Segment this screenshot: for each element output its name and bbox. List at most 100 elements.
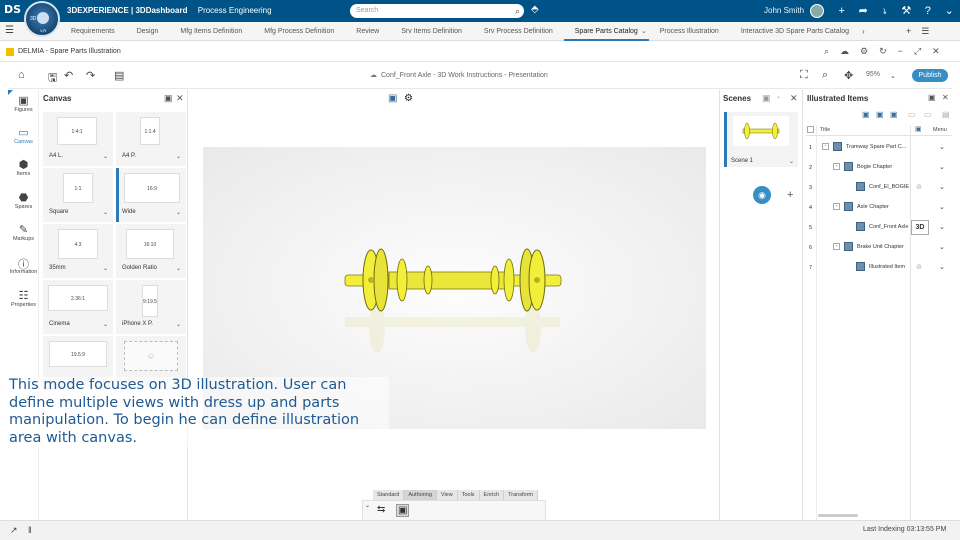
ds-logo-icon[interactable]: DS bbox=[4, 3, 21, 19]
canvas-card-cinema[interactable]: 2.36:1 Cinema ⌄ bbox=[43, 280, 113, 334]
scene-options-chevron-icon[interactable]: ⌄ bbox=[776, 93, 781, 100]
user-name[interactable]: John Smith bbox=[764, 6, 804, 15]
collapse-icon[interactable]: - bbox=[822, 143, 829, 150]
tab-chevron-down-icon[interactable]: ⌄ bbox=[641, 22, 647, 41]
refresh-icon[interactable]: ↻ bbox=[879, 46, 887, 57]
close-panel-icon[interactable]: ✕ bbox=[790, 93, 798, 104]
collapse-icon[interactable]: - bbox=[833, 163, 840, 170]
camera-icon[interactable]: ▣ bbox=[396, 504, 410, 517]
rail-markups[interactable]: ✎ Markups bbox=[8, 223, 39, 242]
tab-process-illustration[interactable]: Process Illustration bbox=[649, 22, 730, 41]
canvas-card-wide[interactable]: 16:9 Wide ⌄ bbox=[116, 168, 186, 222]
tab-tools[interactable]: Tools bbox=[458, 490, 480, 500]
tab-srv-items-definition[interactable]: Srv Items Definition bbox=[390, 22, 473, 41]
rail-information[interactable]: ⓘ Information bbox=[8, 256, 39, 275]
help-icon[interactable]: ? bbox=[917, 3, 939, 19]
redo-icon[interactable]: ↷ bbox=[86, 69, 95, 82]
tab-authoring[interactable]: Authoring bbox=[404, 490, 437, 500]
canvas-card-a4-portrait[interactable]: 1:1.4 A4 P. ⌄ bbox=[116, 112, 186, 166]
canvas-card-golden-ratio[interactable]: 16:10 Golden Ratio ⌄ bbox=[116, 224, 186, 278]
tab-requirements[interactable]: Requirements bbox=[60, 22, 126, 41]
table-row[interactable]: 6 - Brake Unit Chapter ⌄ bbox=[806, 238, 952, 258]
item-action-icon[interactable]: ▭ bbox=[924, 110, 932, 119]
avatar[interactable] bbox=[810, 4, 824, 18]
tag-icon[interactable]: ⬘ bbox=[531, 4, 539, 15]
canvas-card-iphone-x-portrait[interactable]: 9:19.5 iPhone X P. ⌄ bbox=[116, 280, 186, 334]
chevron-down-icon[interactable]: ⌄ bbox=[176, 265, 181, 272]
item-action-icon[interactable]: ▭ bbox=[908, 110, 916, 119]
fit-all-icon[interactable]: ⛶ bbox=[800, 69, 808, 82]
chevron-down-icon[interactable]: ⌄ bbox=[789, 158, 794, 165]
rail-canvas[interactable]: ▭ Canvas bbox=[8, 126, 39, 145]
tab-transform[interactable]: Transform bbox=[504, 490, 538, 500]
tab-enrich[interactable]: Enrich bbox=[480, 490, 505, 500]
publish-button[interactable]: Publish bbox=[912, 69, 948, 82]
pause-icon[interactable]: ‖ bbox=[28, 525, 32, 535]
tab-mfg-process-definition[interactable]: Mfg Process Definition bbox=[253, 22, 345, 41]
tab-interactive-3d-spare-parts-catalog[interactable]: Interactive 3D Spare Parts Catalog bbox=[730, 22, 860, 41]
save-icon[interactable]: 🖫 bbox=[48, 69, 57, 88]
dashboard-context[interactable]: Process Engineering bbox=[198, 6, 272, 15]
add-tab-icon[interactable]: + bbox=[906, 22, 911, 41]
row-menu-chevron-icon[interactable]: ⌄ bbox=[939, 223, 945, 231]
table-row[interactable]: 1 - Tramway Spare Part C... ⌄ bbox=[806, 138, 952, 158]
zoom-icon[interactable]: ⌕ bbox=[822, 69, 828, 82]
item-action-icon[interactable]: ▤ bbox=[942, 110, 950, 119]
dock-panel-icon[interactable]: ▣ bbox=[928, 93, 936, 102]
gear-icon[interactable]: ⚙ bbox=[860, 46, 868, 57]
tab-options-icon[interactable]: ☰ bbox=[921, 22, 929, 41]
tab-view[interactable]: View bbox=[437, 490, 458, 500]
zoom-chevron-down-icon[interactable]: ⌄ bbox=[890, 72, 896, 80]
chevron-down-icon[interactable]: ⌄ bbox=[176, 209, 181, 216]
table-row[interactable]: 2 - Bogie Chapter ⌄ bbox=[806, 158, 952, 178]
share-icon[interactable]: ➦ bbox=[853, 3, 875, 19]
close-panel-icon[interactable]: ✕ bbox=[942, 93, 949, 102]
rail-spares[interactable]: ⬣ Spares bbox=[8, 191, 39, 210]
tab-srv-process-definition[interactable]: Srv Process Definition bbox=[473, 22, 564, 41]
tab-design[interactable]: Design bbox=[126, 22, 170, 41]
table-row[interactable]: 3 Conf_El_BOGIE ⊘ ⌄ bbox=[806, 178, 952, 198]
action-bar-chevron-icon[interactable]: ⌄ bbox=[365, 502, 370, 509]
tab-scroll-right-icon[interactable]: › bbox=[862, 22, 865, 41]
panel-toggle-icon[interactable]: ▤ bbox=[114, 69, 124, 82]
chevron-down-icon[interactable]: ⌄ bbox=[103, 265, 108, 272]
swap-icon[interactable]: ⇆ bbox=[377, 504, 385, 515]
cloud-icon[interactable]: ☁ bbox=[840, 46, 849, 57]
row-menu-chevron-icon[interactable]: ⌄ bbox=[939, 163, 945, 171]
home-icon[interactable]: ⌂ bbox=[18, 69, 25, 81]
hamburger-menu-icon[interactable]: ☰ bbox=[5, 25, 14, 36]
search-input[interactable]: Search ⌕ bbox=[350, 4, 524, 18]
maximize-icon[interactable]: ⤢ bbox=[914, 46, 921, 57]
row-menu-chevron-icon[interactable]: ⌄ bbox=[939, 203, 945, 211]
close-panel-icon[interactable]: ✕ bbox=[176, 93, 184, 104]
scene-options-icon[interactable]: ▣ bbox=[762, 93, 771, 104]
canvas-card-a4-landscape[interactable]: 1:4:1 A4 L. ⌄ bbox=[43, 112, 113, 166]
collapse-icon[interactable]: - bbox=[833, 243, 840, 250]
row-menu-chevron-icon[interactable]: ⌄ bbox=[939, 263, 945, 271]
table-row[interactable]: 4 - Axle Chapter ⌄ bbox=[806, 198, 952, 218]
rail-items[interactable]: ⬢ Items bbox=[8, 158, 39, 177]
table-row[interactable]: 7 Illustrated Item ⊘ ⌄ bbox=[806, 258, 952, 278]
horizontal-scrollbar[interactable] bbox=[818, 514, 858, 517]
undo-icon[interactable]: ↶ bbox=[64, 69, 73, 82]
rail-figures[interactable]: ▣ Figures bbox=[8, 94, 39, 113]
chevron-down-icon[interactable]: ⌄ bbox=[103, 209, 108, 216]
chevron-down-icon[interactable]: ⌄ bbox=[176, 153, 181, 160]
tab-mfg-items-definition[interactable]: Mfg Items Definition bbox=[169, 22, 253, 41]
capture-scene-camera-button[interactable]: ◉ bbox=[753, 186, 771, 204]
chevron-down-icon[interactable]: ⌄ bbox=[103, 153, 108, 160]
column-menu[interactable]: Menu bbox=[933, 127, 947, 133]
row-menu-chevron-icon[interactable]: ⌄ bbox=[939, 183, 945, 191]
hidden-item-icon[interactable]: ⊘ bbox=[916, 263, 922, 271]
tools-icon[interactable]: ⚒ bbox=[896, 3, 918, 19]
close-icon[interactable]: ✕ bbox=[932, 46, 940, 57]
row-menu-chevron-icon[interactable]: ⌄ bbox=[939, 143, 945, 151]
status-tool-icon[interactable]: ↗ bbox=[10, 525, 18, 536]
tab-standard[interactable]: Standard bbox=[373, 490, 405, 500]
search-icon[interactable]: ⌕ bbox=[515, 4, 520, 18]
canvas-card-square[interactable]: 1:1 Square ⌄ bbox=[43, 168, 113, 222]
tab-review[interactable]: Review bbox=[345, 22, 390, 41]
table-row[interactable]: 5 Conf_Front Axle 3D ⌄ bbox=[806, 218, 952, 238]
minimize-icon[interactable]: − bbox=[898, 46, 903, 57]
collapse-icon[interactable]: - bbox=[833, 203, 840, 210]
